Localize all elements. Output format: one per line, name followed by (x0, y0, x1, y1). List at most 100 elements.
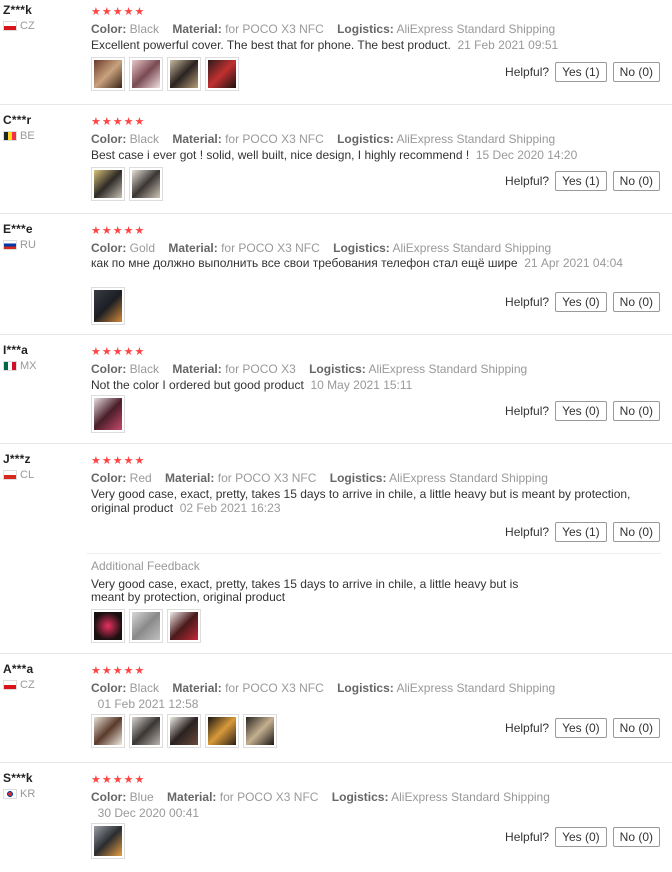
helpful-yes-button[interactable]: Yes (0) (555, 827, 607, 847)
helpful-yes-button[interactable]: Yes (1) (555, 522, 607, 542)
material-value: for POCO X3 NFC (221, 241, 320, 255)
color-value: Black (129, 362, 160, 376)
material-value: for POCO X3 NFC (219, 790, 319, 804)
helpful-section: Helpful? Yes (1) No (0) (505, 62, 660, 82)
review-photo[interactable] (205, 57, 239, 91)
review-text: Excellent powerful cover. The best that … (91, 38, 666, 52)
review-photo[interactable] (129, 57, 163, 91)
flag-be-icon (3, 131, 17, 141)
review-text-content: Not the color I ordered but good product (91, 378, 304, 392)
helpful-no-button[interactable]: No (0) (612, 401, 660, 421)
reviewer-info: J***z CL (3, 452, 34, 481)
review-photo[interactable] (167, 57, 201, 91)
review-text: 01 Feb 2021 12:58 (91, 697, 666, 711)
review-photo[interactable] (129, 167, 163, 201)
country-code: RU (20, 239, 36, 251)
review-item: I***a MX ★★★★★ Color: Black Material: fo… (0, 335, 672, 444)
color-value: Black (129, 132, 160, 146)
additional-feedback-text: Very good case, exact, pretty, takes 15 … (91, 577, 519, 604)
review-body: ★★★★★ Color: Black Material: for POCO X3… (91, 6, 666, 52)
color-value: Blue (129, 790, 154, 804)
helpful-yes-button[interactable]: Yes (1) (555, 171, 607, 191)
review-photo[interactable] (91, 167, 125, 201)
color-value: Gold (129, 241, 156, 255)
review-text-content: Excellent powerful cover. The best that … (91, 38, 451, 52)
star-rating: ★★★★★ (91, 346, 146, 358)
helpful-section: Helpful? Yes (0) No (0) (505, 718, 660, 738)
review-date: 15 Dec 2020 14:20 (475, 148, 578, 162)
review-photo[interactable] (91, 287, 125, 325)
helpful-no-button[interactable]: No (0) (612, 292, 660, 312)
review-photos (91, 167, 163, 201)
review-photo[interactable] (243, 714, 277, 748)
feedback-divider (87, 553, 661, 554)
review-photos (91, 395, 125, 433)
helpful-yes-button[interactable]: Yes (0) (555, 718, 607, 738)
flag-cl-icon (3, 470, 17, 480)
reviewer-country: MX (3, 360, 37, 372)
review-meta: Color: Black Material: for POCO X3 NFC L… (91, 132, 666, 146)
review-photo[interactable] (91, 395, 125, 433)
reviewer-name: Z***k (3, 3, 33, 17)
reviewer-info: A***a CZ (3, 662, 35, 691)
star-rating: ★★★★★ (91, 225, 146, 237)
helpful-section: Helpful? Yes (0) No (0) (505, 292, 660, 312)
review-item: C***r BE ★★★★★ Color: Black Material: fo… (0, 105, 672, 214)
reviewer-info: E***e RU (3, 222, 36, 251)
reviewer-country: CZ (3, 679, 35, 691)
helpful-yes-button[interactable]: Yes (1) (555, 62, 607, 82)
material-label: Material: (168, 241, 218, 255)
review-date: 10 May 2021 15:11 (310, 378, 413, 392)
review-body: ★★★★★ Color: Red Material: for POCO X3 N… (91, 455, 666, 515)
review-meta: Color: Red Material: for POCO X3 NFC Log… (91, 471, 666, 485)
review-photos (91, 287, 125, 325)
helpful-no-button[interactable]: No (0) (612, 827, 660, 847)
review-date: 01 Feb 2021 12:58 (97, 697, 199, 711)
additional-feedback-title: Additional Feedback (91, 559, 200, 573)
color-label: Color: (91, 132, 127, 146)
helpful-section: Helpful? Yes (1) No (0) (505, 171, 660, 191)
material-label: Material: (167, 790, 217, 804)
review-text: Very good case, exact, pretty, takes 15 … (91, 487, 666, 515)
helpful-no-button[interactable]: No (0) (612, 171, 660, 191)
review-meta: Color: Black Material: for POCO X3 NFC L… (91, 22, 666, 36)
flag-kr-icon (3, 789, 17, 799)
review-photo[interactable] (167, 609, 201, 643)
star-rating: ★★★★★ (91, 6, 146, 18)
material-value: for POCO X3 NFC (217, 471, 317, 485)
review-photo[interactable] (167, 714, 201, 748)
country-code: KR (20, 788, 36, 800)
helpful-no-button[interactable]: No (0) (612, 62, 660, 82)
helpful-yes-button[interactable]: Yes (0) (555, 292, 607, 312)
logistics-label: Logistics: (337, 681, 394, 695)
review-item: Z***k CZ ★★★★★ Color: Black Material: fo… (0, 0, 672, 105)
material-label: Material: (172, 681, 222, 695)
reviewer-name: I***a (3, 343, 29, 357)
helpful-no-button[interactable]: No (0) (612, 522, 660, 542)
helpful-yes-button[interactable]: Yes (0) (555, 401, 607, 421)
color-label: Color: (91, 471, 127, 485)
country-code: CL (20, 469, 35, 481)
review-photo[interactable] (91, 823, 125, 859)
review-photo[interactable] (91, 714, 125, 748)
review-date: 21 Apr 2021 04:04 (524, 256, 623, 270)
review-text: Not the color I ordered but good product… (91, 378, 666, 392)
country-code: CZ (20, 679, 35, 691)
review-photo[interactable] (205, 714, 239, 748)
helpful-section: Helpful? Yes (1) No (0) (505, 522, 660, 542)
review-text: Best case i ever got ! solid, well built… (91, 148, 666, 162)
review-photo[interactable] (129, 609, 163, 643)
review-photo[interactable] (129, 714, 163, 748)
review-text-content: как по мне должно выполнить все свои тре… (91, 256, 518, 270)
review-photo[interactable] (91, 57, 125, 91)
color-label: Color: (91, 790, 127, 804)
helpful-no-button[interactable]: No (0) (612, 718, 660, 738)
reviewer-name: J***z (3, 452, 31, 466)
review-body: ★★★★★ Color: Black Material: for POCO X3… (91, 346, 666, 392)
country-code: BE (20, 130, 35, 142)
review-photos (91, 609, 201, 643)
review-photos (91, 823, 125, 859)
review-item: E***e RU ★★★★★ Color: Gold Material: for… (0, 214, 672, 335)
reviewer-info: C***r BE (3, 113, 35, 142)
review-photo[interactable] (91, 609, 125, 643)
